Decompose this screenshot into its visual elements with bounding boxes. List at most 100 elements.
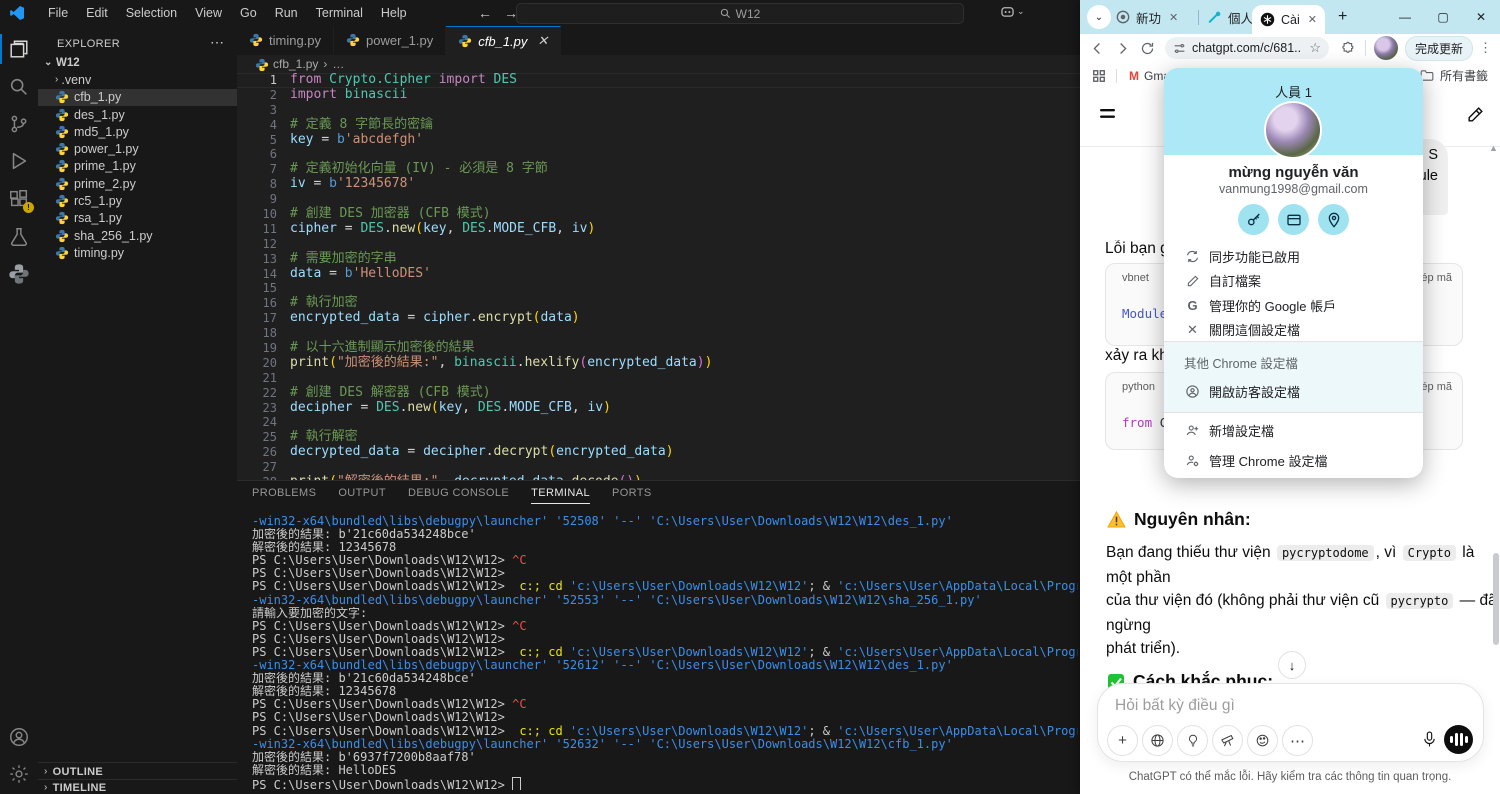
add-profile-item[interactable]: 新增設定檔 bbox=[1164, 418, 1423, 443]
file-item-prime_2.py[interactable]: prime_2.py bbox=[38, 175, 237, 192]
panel-tab-terminal[interactable]: TERMINAL bbox=[531, 487, 590, 504]
file-item-power_1.py[interactable]: power_1.py bbox=[38, 140, 237, 157]
passwords-button[interactable] bbox=[1238, 204, 1269, 235]
menu-terminal[interactable]: Terminal bbox=[307, 0, 372, 26]
search-view-icon[interactable] bbox=[8, 76, 30, 98]
timeline-section[interactable]: › TIMELINE bbox=[38, 779, 237, 794]
file-item-rc5_1.py[interactable]: rc5_1.py bbox=[38, 192, 237, 209]
file-tree: ⌄ W12 › .venv cfb_1.pydes_1.pymd5_1.pypo… bbox=[38, 54, 237, 262]
guest-profile-item[interactable]: 開啟訪客設定檔 bbox=[1164, 382, 1423, 401]
tab-search-button[interactable]: ⌄ bbox=[1087, 5, 1111, 29]
code-language-label: vbnet bbox=[1122, 272, 1149, 284]
menu-run[interactable]: Run bbox=[266, 0, 307, 26]
code-editor[interactable]: 1from Crypto.Cipher import DES2import bi… bbox=[237, 73, 1080, 480]
panel-tab-problems[interactable]: PROBLEMS bbox=[252, 487, 316, 504]
voice-mode-button[interactable] bbox=[1444, 725, 1473, 754]
profile-avatar[interactable] bbox=[1374, 36, 1398, 60]
chrome-menu-icon[interactable]: ⋮ bbox=[1479, 40, 1493, 56]
file-item-sha_256_1.py[interactable]: sha_256_1.py bbox=[38, 227, 237, 244]
browser-tab-active[interactable]: Cài ✕ bbox=[1252, 5, 1325, 34]
deep-research-button[interactable] bbox=[1212, 725, 1243, 756]
bookmark-star-icon[interactable]: ☆ bbox=[1309, 40, 1321, 56]
scrollbar-thumb[interactable] bbox=[1493, 553, 1499, 645]
editor-tab-cfb_1.py[interactable]: cfb_1.py✕ bbox=[446, 26, 561, 55]
terminal-line: PS C:\Users\User\Downloads\W12\W12> ^C bbox=[252, 554, 1078, 567]
panel-tab-ports[interactable]: PORTS bbox=[612, 487, 652, 504]
file-item-prime_1.py[interactable]: prime_1.py bbox=[38, 158, 237, 175]
bookmark-gmail[interactable]: Gma bbox=[1144, 69, 1166, 83]
close-tab-icon[interactable]: ✕ bbox=[1169, 11, 1178, 24]
popup-menu-item-pencil[interactable]: 自訂檔案 bbox=[1164, 269, 1423, 294]
panel-tab-debug-console[interactable]: DEBUG CONSOLE bbox=[408, 487, 509, 504]
terminal-output[interactable]: -win32-x64\bundled\libs\debugpy\launcher… bbox=[252, 515, 1078, 790]
finish-update-button[interactable]: 完成更新 bbox=[1405, 36, 1473, 61]
menu-selection[interactable]: Selection bbox=[117, 0, 186, 26]
maximize-button[interactable]: ▢ bbox=[1424, 0, 1462, 34]
reload-icon[interactable] bbox=[1140, 41, 1155, 56]
menu-help[interactable]: Help bbox=[372, 0, 416, 26]
think-button[interactable] bbox=[1177, 725, 1208, 756]
payments-button[interactable] bbox=[1278, 204, 1309, 235]
more-tools-button[interactable]: ⋯ bbox=[1282, 725, 1313, 756]
scroll-to-bottom-button[interactable]: ↓ bbox=[1278, 651, 1306, 679]
telescope-icon bbox=[1220, 733, 1235, 748]
outline-section[interactable]: › OUTLINE bbox=[38, 762, 237, 780]
tree-folder-venv[interactable]: › .venv bbox=[38, 71, 237, 88]
apps-grid-icon[interactable] bbox=[1092, 69, 1106, 83]
microphone-icon[interactable] bbox=[1422, 730, 1437, 749]
back-icon[interactable] bbox=[1090, 41, 1105, 56]
new-chat-compose-icon[interactable] bbox=[1466, 105, 1485, 124]
addresses-button[interactable] bbox=[1318, 204, 1349, 235]
terminal-line: -win32-x64\bundled\libs\debugpy\launcher… bbox=[252, 594, 1078, 607]
explorer-icon[interactable] bbox=[8, 38, 30, 60]
python-extension-icon[interactable] bbox=[8, 263, 30, 285]
testing-icon[interactable] bbox=[8, 226, 30, 248]
extensions-icon[interactable]: ! bbox=[8, 188, 30, 210]
popup-menu-item-google-g[interactable]: G管理你的 Google 帳戶 bbox=[1164, 293, 1423, 318]
python-file-icon bbox=[55, 90, 69, 104]
web-search-button[interactable] bbox=[1142, 725, 1173, 756]
manage-profiles-item[interactable]: 管理 Chrome 設定檔 bbox=[1164, 448, 1423, 473]
nav-back-icon[interactable]: ← bbox=[478, 5, 492, 21]
editor-tab-timing.py[interactable]: timing.py bbox=[237, 26, 334, 54]
address-bar[interactable]: chatgpt.com/c/681... ☆ bbox=[1165, 37, 1329, 59]
popup-menu-item-close[interactable]: ✕關閉這個設定檔 bbox=[1164, 318, 1423, 343]
tree-root-folder[interactable]: ⌄ W12 bbox=[38, 54, 237, 71]
forward-icon[interactable] bbox=[1115, 41, 1130, 56]
account-icon[interactable] bbox=[8, 726, 30, 748]
file-item-cfb_1.py[interactable]: cfb_1.py bbox=[38, 89, 237, 106]
settings-gear-icon[interactable] bbox=[8, 763, 30, 785]
file-item-des_1.py[interactable]: des_1.py bbox=[38, 106, 237, 123]
copilot-icon[interactable]: ⌄ bbox=[1000, 5, 1025, 18]
attach-plus-button[interactable]: + bbox=[1107, 725, 1138, 756]
chat-composer[interactable]: Hỏi bất kỳ điều gì + ⋯ bbox=[1097, 683, 1484, 762]
close-tab-icon[interactable]: ✕ bbox=[1308, 13, 1317, 26]
menu-go[interactable]: Go bbox=[231, 0, 266, 26]
editor-tab-power_1.py[interactable]: power_1.py bbox=[334, 26, 446, 54]
popup-menu-item-sync[interactable]: 同步功能已啟用 bbox=[1164, 244, 1423, 269]
minimize-button[interactable]: — bbox=[1386, 0, 1424, 34]
menu-view[interactable]: View bbox=[186, 0, 231, 26]
command-center-search[interactable]: W12 bbox=[516, 3, 964, 24]
sidebar-toggle-icon[interactable] bbox=[1099, 106, 1119, 122]
breadcrumb[interactable]: cfb_1.py › … bbox=[237, 55, 1098, 73]
source-control-icon[interactable] bbox=[8, 113, 30, 135]
close-window-button[interactable]: ✕ bbox=[1462, 0, 1500, 34]
close-tab-icon[interactable]: ✕ bbox=[537, 33, 548, 49]
run-debug-icon[interactable] bbox=[8, 150, 30, 172]
file-item-timing.py[interactable]: timing.py bbox=[38, 244, 237, 261]
more-actions-icon[interactable]: ⋯ bbox=[210, 34, 224, 51]
browser-tab-1[interactable]: 新功 ✕ bbox=[1116, 0, 1178, 34]
create-image-button[interactable] bbox=[1247, 725, 1278, 756]
file-item-rsa_1.py[interactable]: rsa_1.py bbox=[38, 210, 237, 227]
code-line-24: 24 bbox=[237, 415, 1080, 430]
site-settings-icon[interactable] bbox=[1173, 42, 1186, 55]
menu-file[interactable]: File bbox=[39, 0, 77, 26]
scrollbar-arrow-icon[interactable]: ▲ bbox=[1489, 143, 1498, 153]
new-tab-button[interactable]: + bbox=[1338, 8, 1347, 26]
all-bookmarks[interactable]: 所有書籤 bbox=[1420, 67, 1488, 84]
file-item-md5_1.py[interactable]: md5_1.py bbox=[38, 123, 237, 140]
panel-tab-output[interactable]: OUTPUT bbox=[338, 487, 386, 504]
extensions-puzzle-icon[interactable] bbox=[1341, 41, 1356, 56]
menu-edit[interactable]: Edit bbox=[77, 0, 117, 26]
